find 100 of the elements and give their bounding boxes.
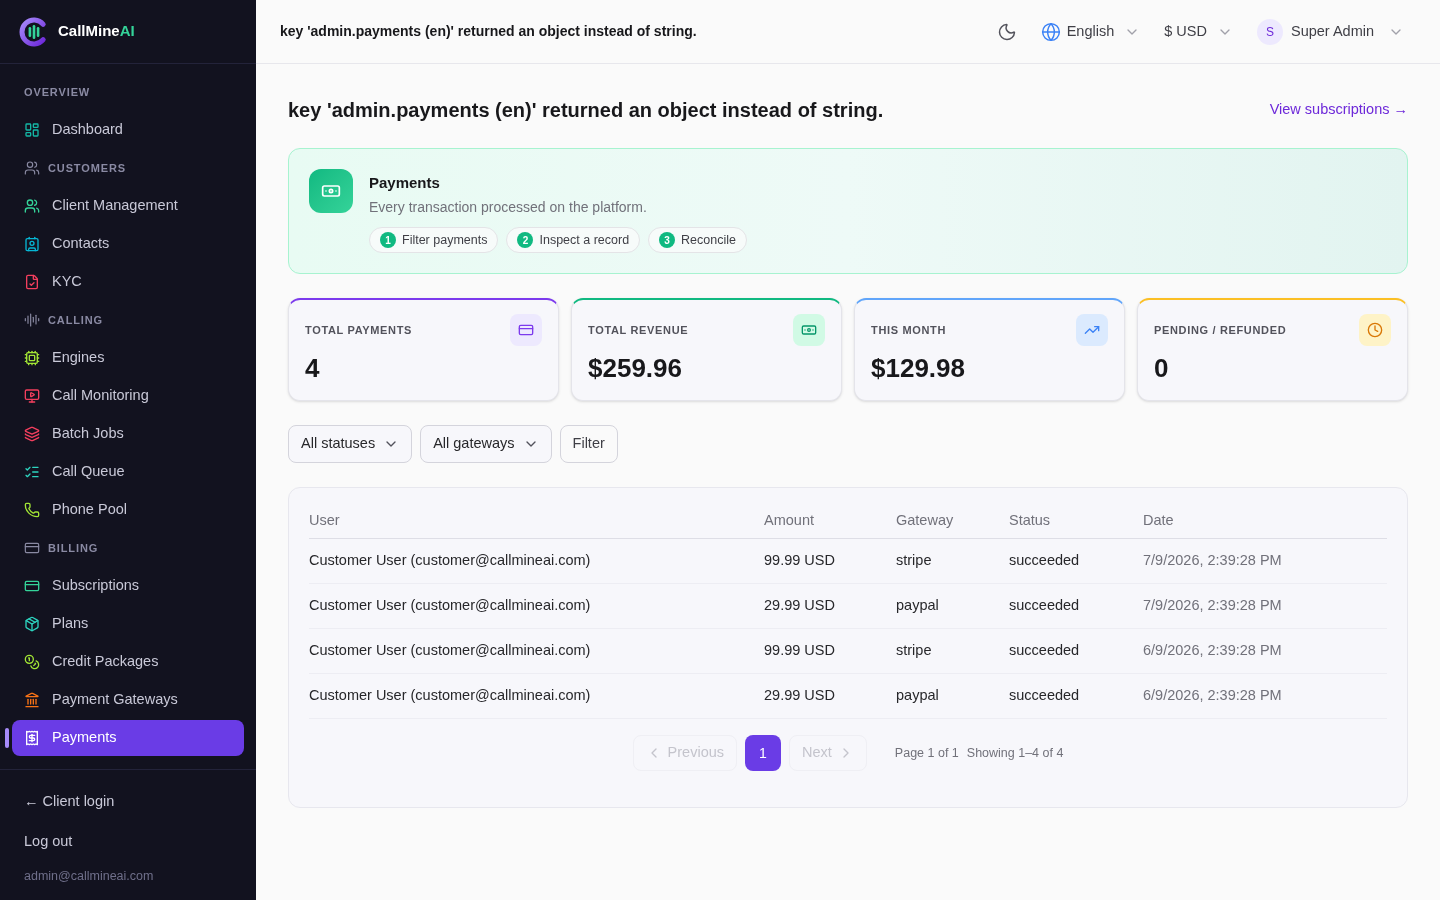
sidebar-item[interactable]: Credit Packages bbox=[12, 644, 244, 680]
dashboard-grid-icon bbox=[24, 122, 40, 138]
checklist-icon bbox=[24, 464, 40, 480]
language-select[interactable]: English bbox=[1040, 20, 1141, 43]
filter-select[interactable]: All statuses bbox=[288, 425, 413, 463]
page-heading: key 'admin.payments (en)' returned an object instead of string. bbox=[288, 98, 884, 123]
view-subscriptions-link[interactable]: View subscriptions → bbox=[1269, 99, 1408, 121]
users-icon bbox=[24, 160, 40, 176]
section-header: BILLING bbox=[48, 540, 99, 556]
sidebar-item[interactable]: Phone Pool bbox=[12, 492, 244, 528]
table-cell-text: Customer User (customer@callmineai.com) bbox=[309, 551, 591, 571]
sidebar-item[interactable]: KYC bbox=[12, 264, 244, 300]
column-header: User bbox=[309, 511, 340, 531]
sidebar-item[interactable]: Call Queue bbox=[12, 454, 244, 490]
brand-name: CallMineAI bbox=[58, 21, 135, 42]
step-label: Reconcile bbox=[681, 231, 736, 249]
section-header: CALLING bbox=[48, 312, 104, 328]
table-cell-text: 6/9/2026, 2:39:28 PM bbox=[1143, 641, 1282, 661]
table-cell-text: succeeded bbox=[1009, 551, 1080, 571]
section-header: OVERVIEW bbox=[24, 84, 91, 100]
table-cell-text: 6/9/2026, 2:39:28 PM bbox=[1143, 686, 1282, 706]
sidebar-item[interactable]: Dashboard bbox=[12, 112, 244, 148]
filter-select[interactable]: All gateways bbox=[420, 425, 552, 463]
coins-icon bbox=[24, 654, 40, 670]
chip-icon bbox=[24, 350, 40, 366]
showing-count: Showing 1–4 of 4 bbox=[966, 744, 1064, 762]
sidebar-item[interactable]: Engines bbox=[12, 340, 244, 376]
sidebar-item[interactable]: Call Monitoring bbox=[12, 378, 244, 414]
currency-select[interactable]: $ USD bbox=[1164, 20, 1233, 43]
table-cell-text: succeeded bbox=[1009, 686, 1080, 706]
monitor-play-icon bbox=[24, 388, 40, 404]
layers-icon bbox=[24, 426, 40, 442]
sidebar-item[interactable]: Payments bbox=[12, 720, 244, 756]
step-number: 2 bbox=[517, 232, 534, 248]
table-cell-text: succeeded bbox=[1009, 596, 1080, 616]
sidebar-item[interactable]: Payment Gateways bbox=[12, 682, 244, 718]
stat-value: $259.96 bbox=[588, 352, 683, 384]
table-cell-text: paypal bbox=[896, 596, 939, 616]
box-icon bbox=[24, 616, 40, 632]
table-cell-text: stripe bbox=[896, 641, 932, 661]
receipt-icon bbox=[24, 730, 40, 746]
page-button[interactable]: 1 bbox=[745, 735, 781, 771]
page-info: Page 1 of 1 bbox=[894, 744, 959, 762]
stat-value: 4 bbox=[305, 352, 321, 384]
step-number: 1 bbox=[380, 232, 396, 248]
users-icon bbox=[24, 198, 40, 214]
sidebar-item[interactable]: Plans bbox=[12, 606, 244, 642]
phone-icon bbox=[24, 502, 40, 518]
column-header: Date bbox=[1143, 511, 1174, 531]
table-cell-text: 7/9/2026, 2:39:28 PM bbox=[1143, 596, 1282, 616]
column-header: Status bbox=[1009, 511, 1051, 531]
step-number: 3 bbox=[659, 232, 676, 248]
sidebar-link[interactable]: Log out bbox=[24, 826, 232, 858]
stat-label: THIS MONTH bbox=[871, 322, 947, 338]
table-cell-text: succeeded bbox=[1009, 641, 1080, 661]
audio-wave-icon bbox=[24, 312, 40, 328]
credit-card-icon bbox=[510, 314, 542, 346]
file-check-icon bbox=[24, 274, 40, 290]
credit-card-icon bbox=[24, 578, 40, 594]
user-email: admin@callmineai.com bbox=[24, 868, 155, 884]
section-header: CUSTOMERS bbox=[48, 160, 126, 176]
filter-button[interactable]: Filter bbox=[559, 425, 618, 463]
credit-card-icon bbox=[24, 540, 40, 556]
stat-label: TOTAL PAYMENTS bbox=[305, 322, 413, 338]
table-cell-text: stripe bbox=[896, 551, 932, 571]
user-menu[interactable]: S Super Admin bbox=[1256, 18, 1404, 45]
stat-label: TOTAL REVENUE bbox=[588, 322, 689, 338]
table-cell-text: 7/9/2026, 2:39:28 PM bbox=[1143, 551, 1282, 571]
column-header: Gateway bbox=[896, 511, 954, 531]
table-cell-text: paypal bbox=[896, 686, 939, 706]
banknote-icon bbox=[309, 169, 353, 213]
clock-icon bbox=[1359, 314, 1391, 346]
globe-icon bbox=[1040, 21, 1061, 42]
stat-value: $129.98 bbox=[871, 352, 966, 384]
trend-up-icon bbox=[1076, 314, 1108, 346]
column-header: Amount bbox=[764, 511, 814, 531]
active-indicator bbox=[5, 728, 9, 748]
table-cell-text: 29.99 USD bbox=[764, 596, 835, 616]
sidebar-item[interactable]: Batch Jobs bbox=[12, 416, 244, 452]
table-cell-text: 99.99 USD bbox=[764, 641, 835, 661]
contact-card-icon bbox=[24, 236, 40, 252]
table-cell-text: 99.99 USD bbox=[764, 551, 835, 571]
moon-icon[interactable] bbox=[996, 21, 1017, 42]
banner-title: Payments bbox=[369, 173, 441, 193]
table-cell-text: Customer User (customer@callmineai.com) bbox=[309, 641, 591, 661]
bank-icon bbox=[24, 692, 40, 708]
table-cell-text: Customer User (customer@callmineai.com) bbox=[309, 686, 591, 706]
table-cell-text: 29.99 USD bbox=[764, 686, 835, 706]
banner-description: Every transaction processed on the platform. bbox=[369, 198, 648, 217]
banknote-icon bbox=[793, 314, 825, 346]
table-cell-text: Customer User (customer@callmineai.com) bbox=[309, 596, 591, 616]
stat-value: 0 bbox=[1154, 352, 1170, 384]
window-title: key 'admin.payments (en)' returned an object instead of string. bbox=[280, 22, 697, 41]
sidebar-item[interactable]: Client Management bbox=[12, 188, 244, 224]
sidebar-item[interactable]: Subscriptions bbox=[12, 568, 244, 604]
step-label: Inspect a record bbox=[539, 231, 630, 249]
sidebar-link[interactable]: ← Client login bbox=[24, 786, 232, 818]
sidebar-item[interactable]: Contacts bbox=[12, 226, 244, 262]
stat-label: PENDING / REFUNDED bbox=[1154, 322, 1287, 338]
step-label: Filter payments bbox=[402, 231, 488, 249]
